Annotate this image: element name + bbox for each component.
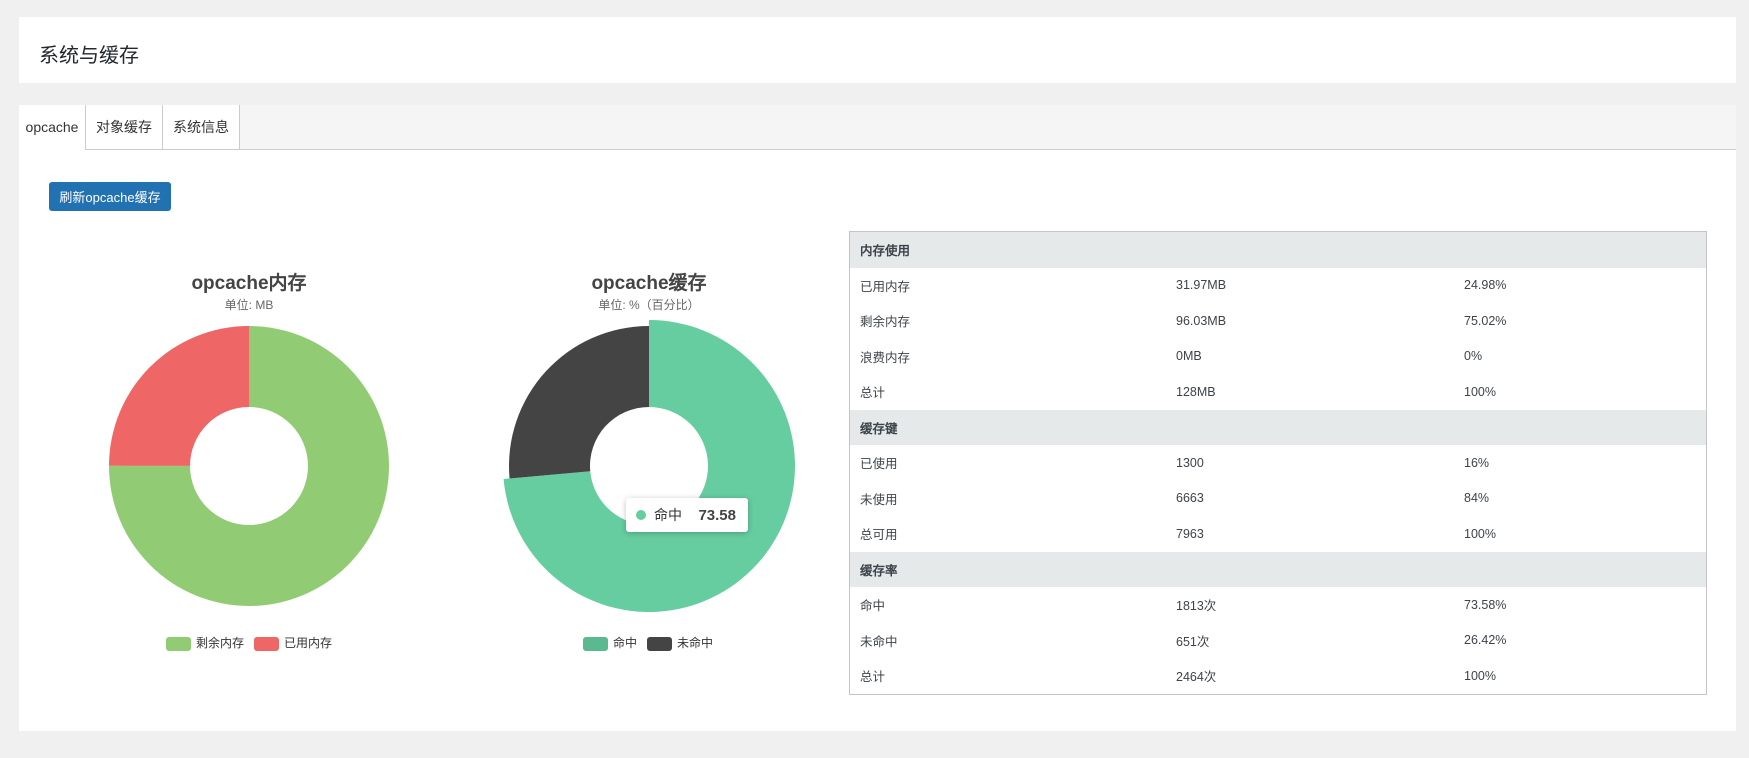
table-cell: 命中 (860, 599, 886, 614)
table-cell: 已使用 (860, 457, 898, 472)
page-header: 系统与缓存 (19, 17, 1736, 83)
donut-charts (109, 320, 795, 612)
chart-subtitle-memory: 单位: MB (224, 298, 274, 312)
opcache-stats-table: 内存使用已用内存 31.97MB 24.98% 剩余内存 96.03MB 75.02% 浪费… (849, 231, 1707, 695)
pie-slice-used[interactable] (109, 326, 249, 466)
chart-subtitle-cache: 单位: %（百分比） (598, 298, 700, 312)
table-cell: 84% (1464, 491, 1490, 506)
table-cell: 73.58% (1464, 597, 1507, 612)
table-cell: 100% (1464, 668, 1496, 683)
table-cell: 96.03MB (1176, 313, 1227, 328)
table-cell: 已用内存 (860, 279, 911, 294)
table-cell: 75.02% (1464, 313, 1507, 328)
tooltip-value: 73.58 (698, 506, 736, 524)
tooltip-dot (636, 510, 646, 520)
table-row: 未命中 651次 26.42% (850, 623, 1707, 659)
legend-swatch (583, 636, 608, 651)
table-row: 未使用 6663 84% (850, 481, 1707, 517)
table-cell: 未使用 (860, 492, 898, 507)
chart-title-memory: opcache内存 (191, 273, 307, 294)
table-cell: 100% (1464, 384, 1496, 399)
table-cell: 浪费内存 (860, 350, 911, 365)
chart-tooltip: 命中 73.58 (626, 498, 748, 532)
table-row: 总计 128MB 100% (850, 374, 1707, 410)
chart-title-cache: opcache缓存 (591, 273, 707, 294)
table-cell: 总计 (860, 386, 886, 401)
table-row: 浪费内存 0MB 0% (850, 339, 1707, 375)
legend-item-hit[interactable]: 命中 (583, 634, 637, 651)
tab-panel: opcache 对象缓存 系统信息 刷新opcache缓存 opcache内存 … (19, 105, 1736, 731)
table-cell: 128MB (1176, 384, 1216, 399)
table-cell: 0% (1464, 349, 1483, 364)
tooltip-label: 命中 (654, 507, 682, 523)
table-cell: 未命中 (860, 634, 898, 649)
table-section-header: 内存使用 (849, 231, 1707, 268)
table-cell: 总计 (860, 670, 886, 685)
table-cell: 1813次 (1176, 599, 1217, 614)
table-cell: 31.97MB (1176, 278, 1227, 293)
section-title: 内存使用 (849, 231, 1707, 268)
table-row: 总可用 7963 100% (850, 516, 1707, 552)
table-row: 剩余内存 96.03MB 75.02% (850, 303, 1707, 339)
legend-swatch (254, 636, 280, 651)
table-cell: 剩余内存 (860, 315, 911, 330)
legend-label: 未命中 (677, 636, 714, 650)
legend-item-free[interactable]: 剩余内存 (166, 634, 244, 651)
pie-slice-miss[interactable] (508, 326, 649, 479)
table-cell: 7963 (1176, 526, 1204, 541)
table-cell: 2464次 (1176, 670, 1217, 685)
table-row: 命中 1813次 73.58% (850, 587, 1707, 623)
section-title: 缓存键 (849, 409, 1707, 445)
legend-label: 命中 (613, 636, 638, 650)
table-cell: 26.42% (1464, 633, 1507, 648)
table-cell: 651次 (1176, 634, 1210, 649)
table-row: 总计 2464次 100% (850, 658, 1707, 694)
legend-label: 已用内存 (284, 636, 333, 650)
section-title: 缓存率 (849, 551, 1707, 587)
legend-label: 剩余内存 (196, 636, 245, 650)
table-cell: 0MB (1176, 349, 1202, 364)
table-row: 已用内存 31.97MB 24.98% (850, 268, 1707, 304)
legend-item-miss[interactable]: 未命中 (647, 634, 713, 651)
page-title: 系统与缓存 (39, 45, 139, 67)
table-section-header: 缓存键 (849, 409, 1707, 445)
table-row: 已使用 1300 16% (850, 445, 1707, 481)
table-cell: 100% (1464, 526, 1496, 541)
table-section-header: 缓存率 (849, 551, 1707, 587)
legend-cache: 命中 未命中 (583, 634, 713, 651)
table-cell: 总可用 (860, 528, 898, 543)
legend-swatch (647, 636, 673, 651)
legend-item-used[interactable]: 已用内存 (254, 634, 332, 651)
table-cell: 16% (1464, 455, 1490, 470)
table-cell: 6663 (1176, 491, 1204, 506)
legend-memory: 剩余内存 已用内存 (166, 634, 332, 651)
table-cell: 1300 (1176, 455, 1204, 470)
legend-swatch (166, 636, 191, 651)
table-cell: 24.98% (1464, 278, 1507, 293)
